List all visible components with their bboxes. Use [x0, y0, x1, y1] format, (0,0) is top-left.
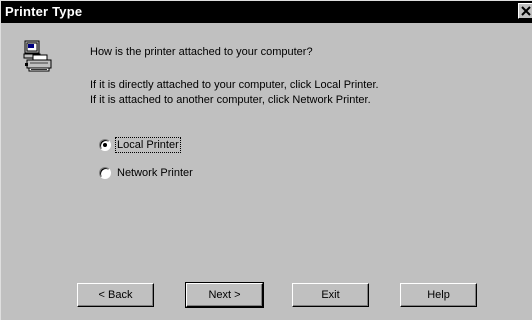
instruction-line-2: If it is attached to another computer, c…	[90, 94, 371, 106]
network-printer-radio[interactable]	[99, 167, 111, 179]
question-text: How is the printer attached to your comp…	[90, 46, 313, 58]
printer-type-dialog: Printer Type How is the printer attached…	[0, 0, 532, 320]
exit-button-label: Exit	[321, 289, 340, 301]
network-printer-option[interactable]: Network Printer	[99, 165, 193, 181]
title-bar[interactable]: Printer Type	[1, 1, 532, 23]
help-button-label: Help	[427, 289, 450, 301]
printer-icon	[23, 40, 52, 72]
exit-button[interactable]: Exit	[292, 283, 369, 307]
next-button[interactable]: Next >	[185, 282, 264, 308]
local-printer-label[interactable]: Local Printer	[115, 137, 181, 153]
local-printer-radio[interactable]	[99, 139, 111, 151]
close-icon	[521, 6, 531, 16]
next-button-label: Next >	[208, 289, 241, 301]
close-button[interactable]	[518, 3, 532, 19]
network-printer-label[interactable]: Network Printer	[117, 167, 193, 179]
instruction-line-1: If it is directly attached to your compu…	[90, 79, 379, 91]
help-button[interactable]: Help	[400, 283, 477, 307]
back-button[interactable]: < Back	[77, 283, 154, 307]
back-button-label: < Back	[98, 289, 133, 301]
local-printer-option[interactable]: Local Printer	[99, 137, 181, 153]
window-title: Printer Type	[5, 4, 83, 19]
